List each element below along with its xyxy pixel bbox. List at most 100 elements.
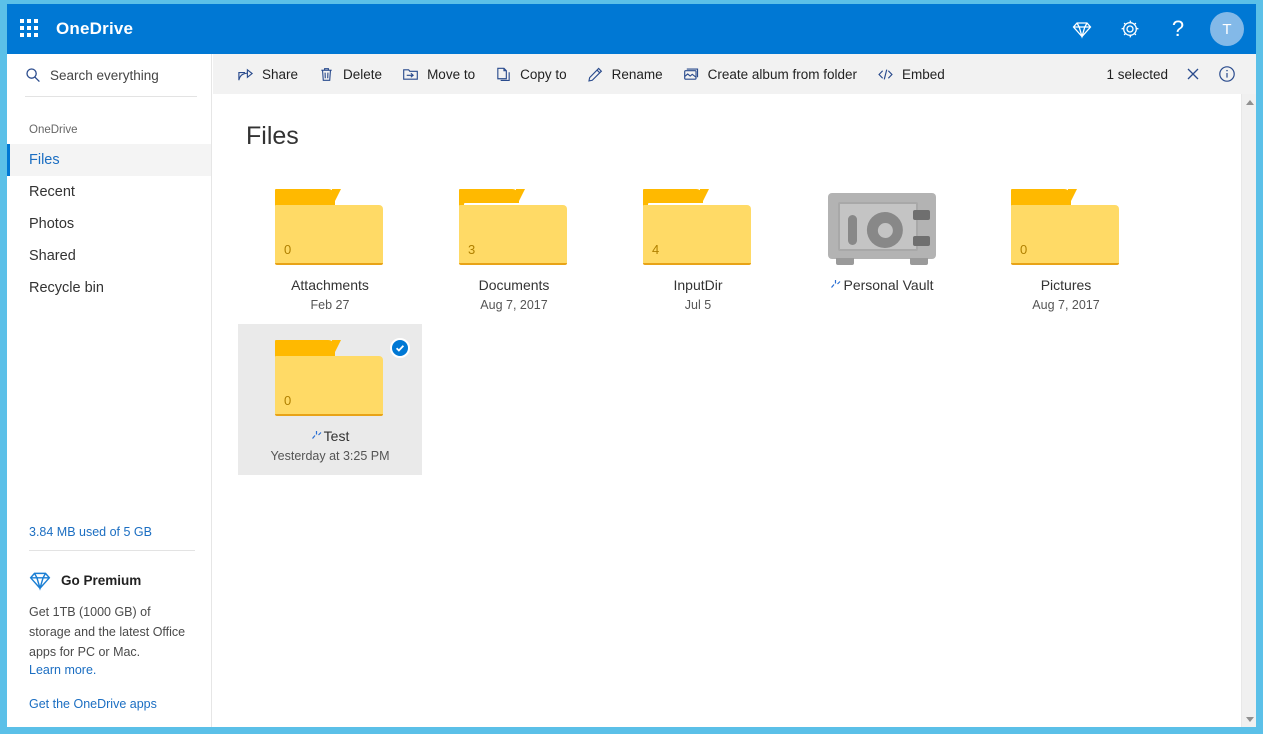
embed-button[interactable]: Embed (867, 54, 955, 94)
folder-icon: 4 (640, 185, 756, 269)
get-onedrive-apps-link[interactable]: Get the OneDrive apps (29, 697, 195, 711)
sidebar-item-label: Recycle bin (29, 280, 104, 296)
diamond-icon[interactable] (1060, 7, 1104, 51)
sidebar: OneDrive Files Recent Photos Shared Recy… (7, 54, 212, 727)
folder-item-count: 0 (284, 393, 291, 408)
trash-icon (318, 66, 335, 83)
tile-name-text: Personal Vault (843, 277, 933, 293)
scroll-down-button[interactable] (1242, 711, 1256, 727)
tile-date: Jul 5 (685, 298, 711, 312)
sidebar-section-label: OneDrive (7, 97, 211, 144)
selection-checkmark-icon[interactable] (390, 338, 410, 358)
tile-name: Personal Vault (830, 277, 933, 293)
tile-date: Aug 7, 2017 (480, 298, 547, 312)
help-icon[interactable]: ? (1156, 7, 1200, 51)
brand-title[interactable]: OneDrive (56, 19, 133, 39)
chevron-down-icon (1246, 717, 1254, 722)
folder-item-count: 4 (652, 242, 659, 257)
share-icon (237, 66, 254, 83)
tile-name: Documents (479, 277, 550, 293)
tile-name-text: Test (324, 428, 350, 444)
main-content: Files 0 Attachments Feb 27 (213, 94, 1241, 727)
sidebar-item-shared[interactable]: Shared (7, 240, 211, 272)
scroll-up-button[interactable] (1242, 94, 1256, 110)
tile-name-text: Pictures (1041, 277, 1092, 293)
selection-count-label: 1 selected (1106, 67, 1168, 82)
vault-icon (826, 191, 938, 269)
tile-thumbnail: 0 (1006, 181, 1126, 269)
sidebar-item-label: Shared (29, 248, 76, 264)
window-inner: OneDrive ? T (7, 4, 1256, 727)
move-to-icon (402, 66, 419, 83)
copy-icon (495, 66, 512, 83)
clear-selection-button[interactable] (1178, 59, 1208, 89)
search-box[interactable] (7, 54, 211, 96)
file-tile-test[interactable]: 0 Test Yesterday at 3:25 PM (238, 324, 422, 475)
sidebar-item-label: Photos (29, 216, 74, 232)
tile-date: Aug 7, 2017 (1032, 298, 1099, 312)
file-tile-inputdir[interactable]: 4 InputDir Jul 5 (606, 173, 790, 324)
sidebar-item-recent[interactable]: Recent (7, 176, 211, 208)
rename-button[interactable]: Rename (577, 54, 673, 94)
file-tile-attachments[interactable]: 0 Attachments Feb 27 (238, 173, 422, 324)
diamond-icon (29, 569, 51, 591)
chevron-up-icon (1246, 100, 1254, 105)
tile-thumbnail: 3 (454, 181, 574, 269)
folder-icon: 0 (272, 185, 388, 269)
broken-image-icon (830, 279, 842, 291)
file-tile-pictures[interactable]: 0 Pictures Aug 7, 2017 (974, 173, 1158, 324)
go-premium-label: Go Premium (61, 573, 141, 588)
page-title: Files (213, 94, 1241, 151)
help-label: ? (1172, 18, 1184, 40)
tile-name: InputDir (673, 277, 722, 293)
go-premium-button[interactable]: Go Premium (29, 569, 195, 591)
onedrive-window: OneDrive ? T (0, 0, 1263, 734)
learn-more-link[interactable]: Learn more. (29, 663, 195, 677)
footer-divider (29, 550, 195, 551)
album-icon (683, 66, 700, 83)
copy-to-button[interactable]: Copy to (485, 54, 577, 94)
broken-image-icon (311, 430, 323, 442)
vertical-scrollbar[interactable] (1241, 94, 1256, 727)
tile-thumbnail (822, 181, 942, 269)
info-icon (1218, 65, 1236, 83)
code-icon (877, 66, 894, 83)
sidebar-footer: 3.84 MB used of 5 GB Go Premium Get 1TB … (7, 525, 211, 727)
tile-name-text: Documents (479, 277, 550, 293)
sidebar-item-photos[interactable]: Photos (7, 208, 211, 240)
command-label: Share (262, 67, 298, 82)
move-to-button[interactable]: Move to (392, 54, 485, 94)
file-tile-documents[interactable]: 3 Documents Aug 7, 2017 (422, 173, 606, 324)
search-input[interactable] (50, 68, 190, 83)
gear-icon[interactable] (1108, 7, 1152, 51)
folder-icon: 0 (1008, 185, 1124, 269)
premium-description: Get 1TB (1000 GB) of storage and the lat… (29, 602, 195, 662)
sidebar-item-files[interactable]: Files (7, 144, 211, 176)
command-bar: Share Delete Move to Copy (213, 54, 1256, 94)
pencil-icon (587, 66, 604, 83)
file-tile-personal-vault[interactable]: Personal Vault (790, 173, 974, 324)
app-launcher-icon[interactable] (20, 19, 40, 39)
app-header: OneDrive ? T (7, 4, 1256, 54)
folder-icon: 0 (272, 336, 388, 420)
avatar[interactable]: T (1210, 12, 1244, 46)
tile-name: Pictures (1041, 277, 1092, 293)
create-album-from-folder-button[interactable]: Create album from folder (673, 54, 867, 94)
storage-usage-link[interactable]: 3.84 MB used of 5 GB (29, 525, 195, 550)
sidebar-item-label: Recent (29, 184, 75, 200)
command-label: Embed (902, 67, 945, 82)
details-button[interactable] (1212, 59, 1242, 89)
tile-name: Attachments (291, 277, 369, 293)
tile-date: Yesterday at 3:25 PM (270, 449, 389, 463)
delete-button[interactable]: Delete (308, 54, 392, 94)
command-label: Move to (427, 67, 475, 82)
header-actions: ? T (1060, 7, 1256, 51)
folder-item-count: 0 (284, 242, 291, 257)
tile-name: Test (311, 428, 350, 444)
file-grid: 0 Attachments Feb 27 3 (213, 151, 1241, 475)
tile-date: Feb 27 (311, 298, 350, 312)
share-button[interactable]: Share (227, 54, 308, 94)
tile-thumbnail: 0 (270, 181, 390, 269)
sidebar-item-recycle-bin[interactable]: Recycle bin (7, 272, 211, 304)
tile-name-text: Attachments (291, 277, 369, 293)
